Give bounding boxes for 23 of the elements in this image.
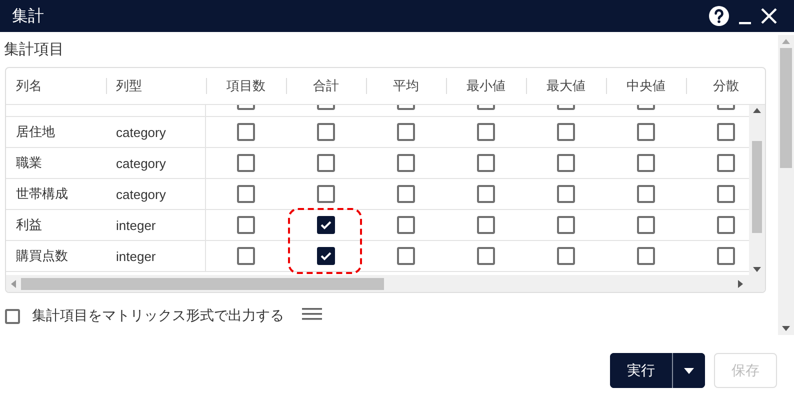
column-header[interactable]: 分散 xyxy=(713,77,739,95)
column-header[interactable]: 項目数 xyxy=(226,77,266,95)
column-name-cell: 世帯構成 xyxy=(16,185,68,203)
column-header[interactable]: 合計 xyxy=(313,77,339,95)
column-type-cell: category xyxy=(116,124,166,140)
column-name-cell: 職業 xyxy=(16,154,42,172)
column-header[interactable]: 列名 xyxy=(16,77,42,95)
section-title: 集計項目 xyxy=(4,40,65,60)
window-title: 集計 xyxy=(12,6,44,26)
column-header[interactable]: 最大値 xyxy=(546,77,586,95)
column-name-cell: 利益 xyxy=(16,216,42,234)
run-button[interactable]: 実行 xyxy=(610,353,673,388)
column-type-cell: category xyxy=(116,156,166,170)
column-header[interactable]: 最小値 xyxy=(466,77,506,95)
column-name-cell: 購買点数 xyxy=(16,247,68,265)
column-header[interactable]: 平均 xyxy=(393,77,419,95)
column-type-cell: integer xyxy=(116,248,156,264)
column-header[interactable]: 中央値 xyxy=(626,77,666,95)
column-header[interactable]: 列型 xyxy=(116,77,142,95)
column-type-cell: integer xyxy=(116,218,156,232)
column-type-cell: category xyxy=(116,186,166,202)
column-name-cell: 居住地 xyxy=(16,123,55,141)
checkbox-label: 集計項目をマトリックス形式で出力する xyxy=(32,307,284,325)
